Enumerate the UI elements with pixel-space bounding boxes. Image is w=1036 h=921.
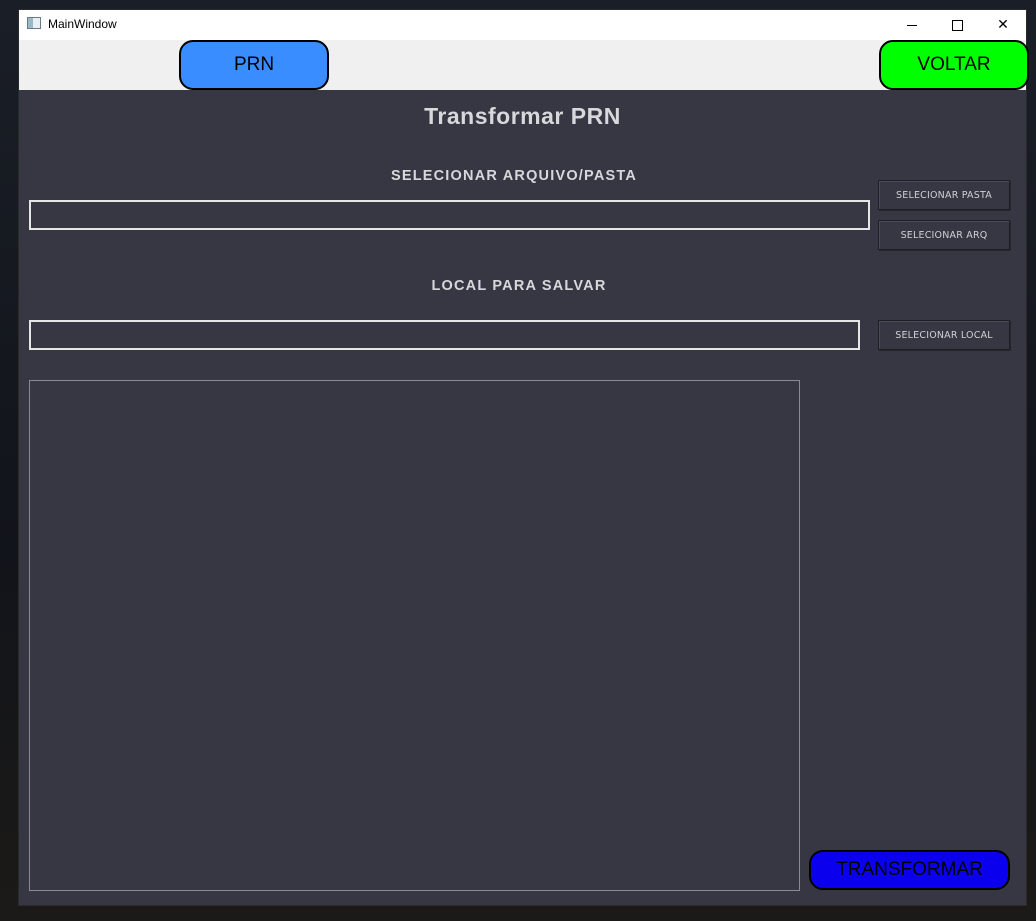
minimize-button[interactable] (889, 10, 935, 40)
source-section-label: SELECIONAR ARQUIVO/PASTA (390, 168, 638, 184)
voltar-button[interactable]: VOLTAR (879, 40, 1029, 90)
transform-button[interactable]: TRANSFORMAR (809, 850, 1010, 890)
close-button[interactable]: ✕ (980, 10, 1026, 40)
log-output-area[interactable] (29, 380, 800, 891)
destination-section-label: LOCAL PARA SALVAR (431, 278, 607, 294)
select-local-button[interactable]: SELECIONAR LOCAL (878, 320, 1010, 350)
close-icon: ✕ (997, 17, 1009, 33)
main-window: MainWindow ✕ PRN VOLTAR Transformar PRN … (19, 10, 1029, 905)
maximize-icon (951, 19, 963, 31)
source-path-input[interactable] (29, 200, 870, 230)
toolbar: PRN VOLTAR (19, 40, 1029, 90)
minimize-icon (907, 25, 917, 26)
select-folder-button[interactable]: SELECIONAR PASTA (878, 180, 1010, 210)
maximize-button[interactable] (934, 10, 980, 40)
destination-path-input[interactable] (29, 320, 860, 350)
app-window-icon (27, 17, 41, 29)
prn-button[interactable]: PRN (179, 40, 329, 90)
title-bar[interactable]: MainWindow ✕ (19, 10, 1026, 40)
select-file-button[interactable]: SELECIONAR ARQ (878, 220, 1010, 250)
page-title: Transformar PRN (424, 103, 621, 129)
window-title: MainWindow (48, 17, 117, 31)
